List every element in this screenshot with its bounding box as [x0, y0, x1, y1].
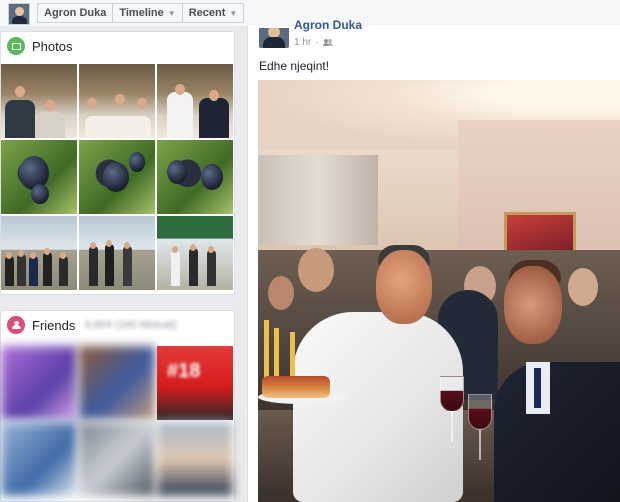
chevron-down-icon: ▼ [167, 8, 176, 18]
cake-in-photo [262, 376, 330, 398]
audience-friends-icon[interactable] [322, 39, 333, 46]
friend-thumbnail[interactable] [79, 346, 155, 420]
recent-dropdown[interactable]: Recent ▼ [183, 4, 244, 22]
friends-card: Friends 4,904 (160 Mutual) #18 [0, 310, 235, 502]
timeline-dropdown[interactable]: Timeline ▼ [113, 4, 183, 22]
timeline-label: Timeline [119, 7, 164, 19]
friend-thumbnail[interactable] [1, 346, 77, 420]
photos-card: Photos [0, 31, 235, 295]
friend-thumbnail-badge: #18 [167, 360, 201, 382]
photo-thumbnail[interactable] [157, 216, 233, 290]
post-timestamp[interactable]: 1 hr [294, 37, 311, 48]
post-text: Edhe njeqint! [259, 59, 330, 73]
post-author-avatar[interactable] [259, 28, 289, 48]
separator-dot: · [315, 37, 319, 48]
friends-count: 4,904 (160 Mutual) [84, 319, 177, 331]
photos-grid [1, 64, 233, 290]
photos-title: Photos [32, 38, 73, 54]
friends-icon [7, 316, 25, 334]
profile-name-label: Agron Duka [44, 7, 107, 19]
friend-thumbnail[interactable]: #18 [157, 346, 233, 420]
photo-thumbnail[interactable] [1, 64, 77, 138]
friend-thumbnail[interactable] [1, 422, 77, 496]
profile-name-button[interactable]: Agron Duka [38, 4, 114, 22]
photos-icon [7, 37, 25, 55]
post-meta: 1 hr · [294, 37, 333, 48]
photos-header[interactable]: Photos [1, 32, 234, 60]
photo-thumbnail[interactable] [79, 216, 155, 290]
profile-avatar[interactable] [8, 3, 30, 25]
photo-thumbnail[interactable] [1, 140, 77, 214]
photo-thumbnail[interactable] [157, 64, 233, 138]
photo-thumbnail[interactable] [79, 140, 155, 214]
photo-thumbnail[interactable] [157, 140, 233, 214]
friend-thumbnail[interactable] [157, 422, 233, 496]
friend-thumbnail[interactable] [79, 422, 155, 496]
friends-header[interactable]: Friends 4,904 (160 Mutual) [1, 311, 234, 339]
photo-thumbnail[interactable] [1, 216, 77, 290]
friends-grid: #18 [1, 346, 233, 496]
friends-title: Friends [32, 317, 76, 333]
recent-label: Recent [188, 7, 226, 19]
timeline-post: Agron Duka 1 hr · Edhe njeqint! [247, 18, 620, 502]
post-author-name[interactable]: Agron Duka [294, 18, 362, 32]
chevron-down-icon: ▼ [229, 8, 238, 18]
timeline-nav: Agron Duka Timeline ▼ Recent ▼ [37, 3, 245, 23]
photo-thumbnail[interactable] [79, 64, 155, 138]
post-photo[interactable] [258, 80, 620, 502]
